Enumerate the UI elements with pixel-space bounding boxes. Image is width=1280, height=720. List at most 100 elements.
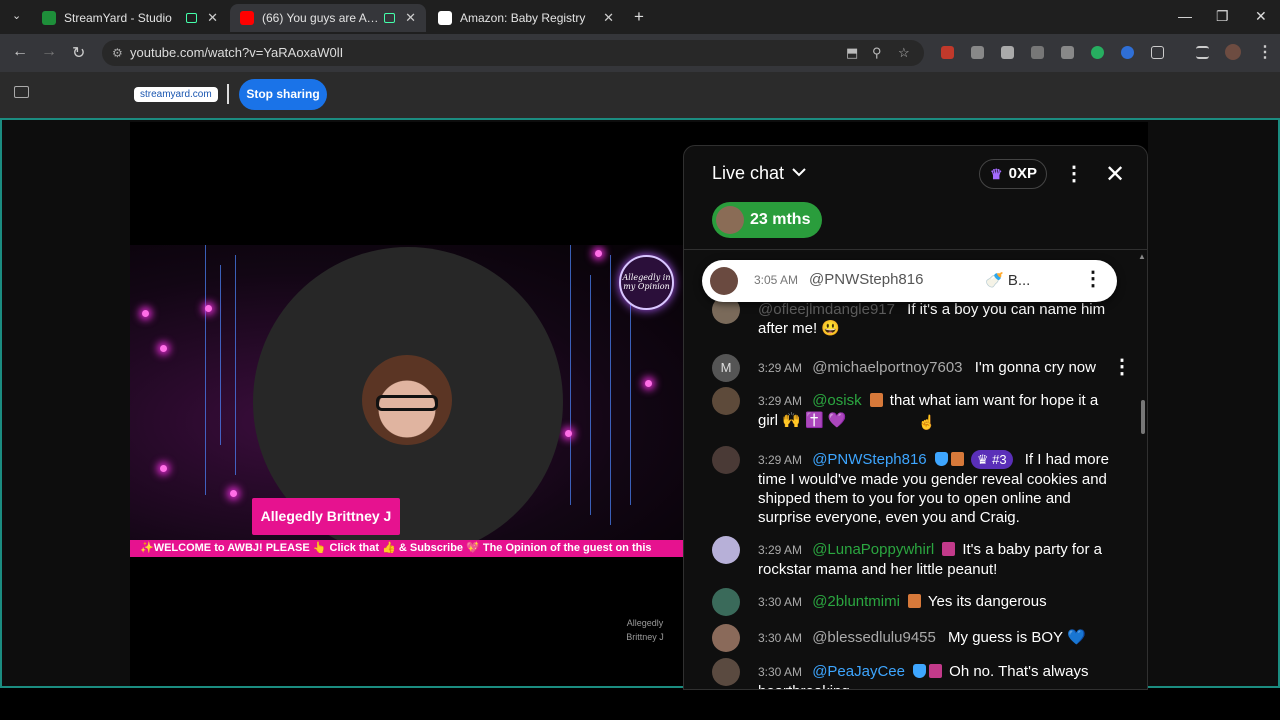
host-nameplate: Allegedly Brittney J <box>252 498 400 535</box>
sparkle <box>160 345 167 352</box>
xp-badge[interactable]: ♛ 0XP <box>979 159 1047 189</box>
back-icon[interactable]: ← <box>12 43 28 61</box>
user-avatar <box>712 624 740 652</box>
username[interactable]: @michaelportnoy7603 <box>812 359 962 376</box>
member-badge-icon <box>942 542 956 556</box>
tab-search-icon[interactable]: ⌄ <box>12 9 21 22</box>
streamyard-favicon-icon <box>42 11 56 25</box>
extension-icon[interactable] <box>1091 46 1104 59</box>
chat-title[interactable]: Live chat <box>712 163 784 184</box>
close-tab-icon[interactable]: ✕ <box>405 10 416 26</box>
tab-streamyard[interactable]: StreamYard - Studio ✕ <box>32 4 228 32</box>
timestamp: 3:29 AM <box>758 361 803 375</box>
membership-duration: 23 mths <box>750 211 811 228</box>
message-text: Yes its dangerous <box>927 593 1047 610</box>
message-line: 3:29 AM @osisk that what iam want for ho… <box>758 391 1118 430</box>
pinned-message[interactable]: 3:05 AM @PNWSteph816 🍼 B... ⋮ <box>702 260 1117 302</box>
message-more-icon[interactable]: ⋮ <box>1112 354 1132 379</box>
forward-icon[interactable]: → <box>41 43 57 61</box>
light-streak <box>630 285 631 505</box>
sharing-domain-pill: streamyard.com <box>134 87 218 102</box>
close-chat-icon[interactable]: ✕ <box>1105 160 1125 189</box>
sparkle <box>595 250 602 257</box>
scroll-up-icon[interactable]: ▲ <box>1138 252 1146 261</box>
sparkle <box>205 305 212 312</box>
chat-scrollbar[interactable] <box>1141 400 1145 434</box>
username[interactable]: @PNWSteph816 <box>812 451 926 468</box>
address-bar[interactable]: ⚙ youtube.com/watch?v=YaRAoxaW0lI ⬒ ⚲ ☆ <box>102 40 924 66</box>
extension-icon[interactable] <box>1061 46 1074 59</box>
user-avatar <box>712 658 740 686</box>
chat-header: Live chat ♛ 0XP ⋮ ✕ 23 mths <box>684 146 1147 250</box>
timestamp: 3:29 AM <box>758 394 803 408</box>
username[interactable]: @PNWSteph816 <box>809 271 923 288</box>
close-window-button[interactable]: ✕ <box>1255 8 1267 25</box>
new-tab-button[interactable]: + <box>634 7 644 27</box>
membership-badge[interactable]: 23 mths <box>712 202 822 238</box>
browser-menu-icon[interactable]: ⋮ <box>1257 42 1273 62</box>
close-tab-icon[interactable]: ✕ <box>603 10 614 26</box>
tab-amazon[interactable]: Amazon: Baby Registry ✕ <box>428 4 624 32</box>
user-avatar: M <box>712 354 740 382</box>
user-avatar <box>712 536 740 564</box>
reload-icon[interactable]: ↻ <box>72 43 85 63</box>
message-text: I'm gonna cry now <box>974 359 1096 376</box>
zoom-icon[interactable]: ⚲ <box>872 40 882 66</box>
tab-youtube[interactable]: (66) You guys are Awesome ✕ <box>230 4 426 32</box>
username[interactable]: @PeaJayCee <box>812 663 905 680</box>
moderator-badge-icon <box>912 664 926 678</box>
message-line: 3:30 AM @2bluntmimi Yes its dangerous <box>758 592 1118 612</box>
extension-icon[interactable] <box>1001 46 1014 59</box>
stop-sharing-button[interactable]: Stop sharing <box>239 79 327 110</box>
install-app-icon[interactable]: ⬒ <box>846 40 858 66</box>
message-line: 3:30 AM @blessedlulu9455 My guess is BOY… <box>758 628 1118 648</box>
pinned-text: 🍼 B... <box>985 272 1031 289</box>
username[interactable]: @osisk <box>812 392 861 409</box>
member-badge-icon <box>907 594 921 608</box>
member-badge-icon <box>869 393 883 407</box>
username[interactable]: @LunaPoppywhirl <box>812 541 934 558</box>
channel-logo: Allegedly in my Opinion <box>619 255 674 310</box>
profile-avatar[interactable] <box>1225 44 1241 60</box>
extension-icon[interactable] <box>1031 46 1044 59</box>
light-streak <box>590 275 591 515</box>
light-streak <box>570 245 571 505</box>
message-line: 3:30 AM @PeaJayCee Oh no. That's always … <box>758 662 1118 689</box>
username[interactable]: @blessedlulu9455 <box>812 629 936 646</box>
close-tab-icon[interactable]: ✕ <box>207 10 218 26</box>
maximize-button[interactable]: ❐ <box>1216 8 1229 25</box>
timestamp: 3:05 AM <box>754 273 799 287</box>
member-badge-icon <box>928 664 942 678</box>
chat-more-icon[interactable]: ⋮ <box>1064 161 1084 186</box>
username[interactable]: @ofleejlmdangle917 <box>758 301 895 318</box>
extensions-puzzle-icon[interactable] <box>1151 46 1164 59</box>
message-line: 3:29 AM @PNWSteph816 ♛ #3 If I had more … <box>758 450 1118 527</box>
member-avatar <box>716 206 744 234</box>
screen-share-icon <box>14 86 29 98</box>
minimize-button[interactable]: — <box>1178 8 1192 24</box>
extension-icon[interactable] <box>971 46 984 59</box>
message-line: @ofleejlmdangle917 If it's a boy you can… <box>758 300 1118 338</box>
message-line: 3:29 AM @LunaPoppywhirl It's a baby part… <box>758 540 1118 579</box>
chevron-down-icon[interactable] <box>792 165 806 179</box>
sparkle <box>565 430 572 437</box>
media-controls-icon[interactable] <box>1196 46 1209 59</box>
url-text: youtube.com/watch?v=YaRAoxaW0lI <box>130 45 344 60</box>
rank-value: #3 <box>992 452 1007 467</box>
scrolling-ticker: ✨WELCOME to AWBJ! PLEASE 👆 Click that 👍 … <box>130 540 683 557</box>
extension-icon[interactable] <box>941 46 954 59</box>
tab-title: StreamYard - Studio <box>64 11 172 25</box>
user-avatar <box>712 588 740 616</box>
pinned-more-icon[interactable]: ⋮ <box>1083 266 1103 291</box>
bookmark-star-icon[interactable]: ☆ <box>898 40 910 66</box>
divider <box>227 84 229 104</box>
extension-icon[interactable] <box>1121 46 1134 59</box>
live-chat-panel: Live chat ♛ 0XP ⋮ ✕ 23 mths ▲ @ofleejlmd… <box>683 145 1148 690</box>
sharing-indicator-icon <box>186 13 198 23</box>
mouse-pointer-icon: ☝ <box>918 414 936 430</box>
username[interactable]: @2bluntmimi <box>812 593 900 610</box>
site-info-icon[interactable]: ⚙ <box>112 40 123 66</box>
timestamp: 3:29 AM <box>758 453 803 467</box>
host-avatar <box>362 355 452 445</box>
light-streak <box>610 255 611 525</box>
